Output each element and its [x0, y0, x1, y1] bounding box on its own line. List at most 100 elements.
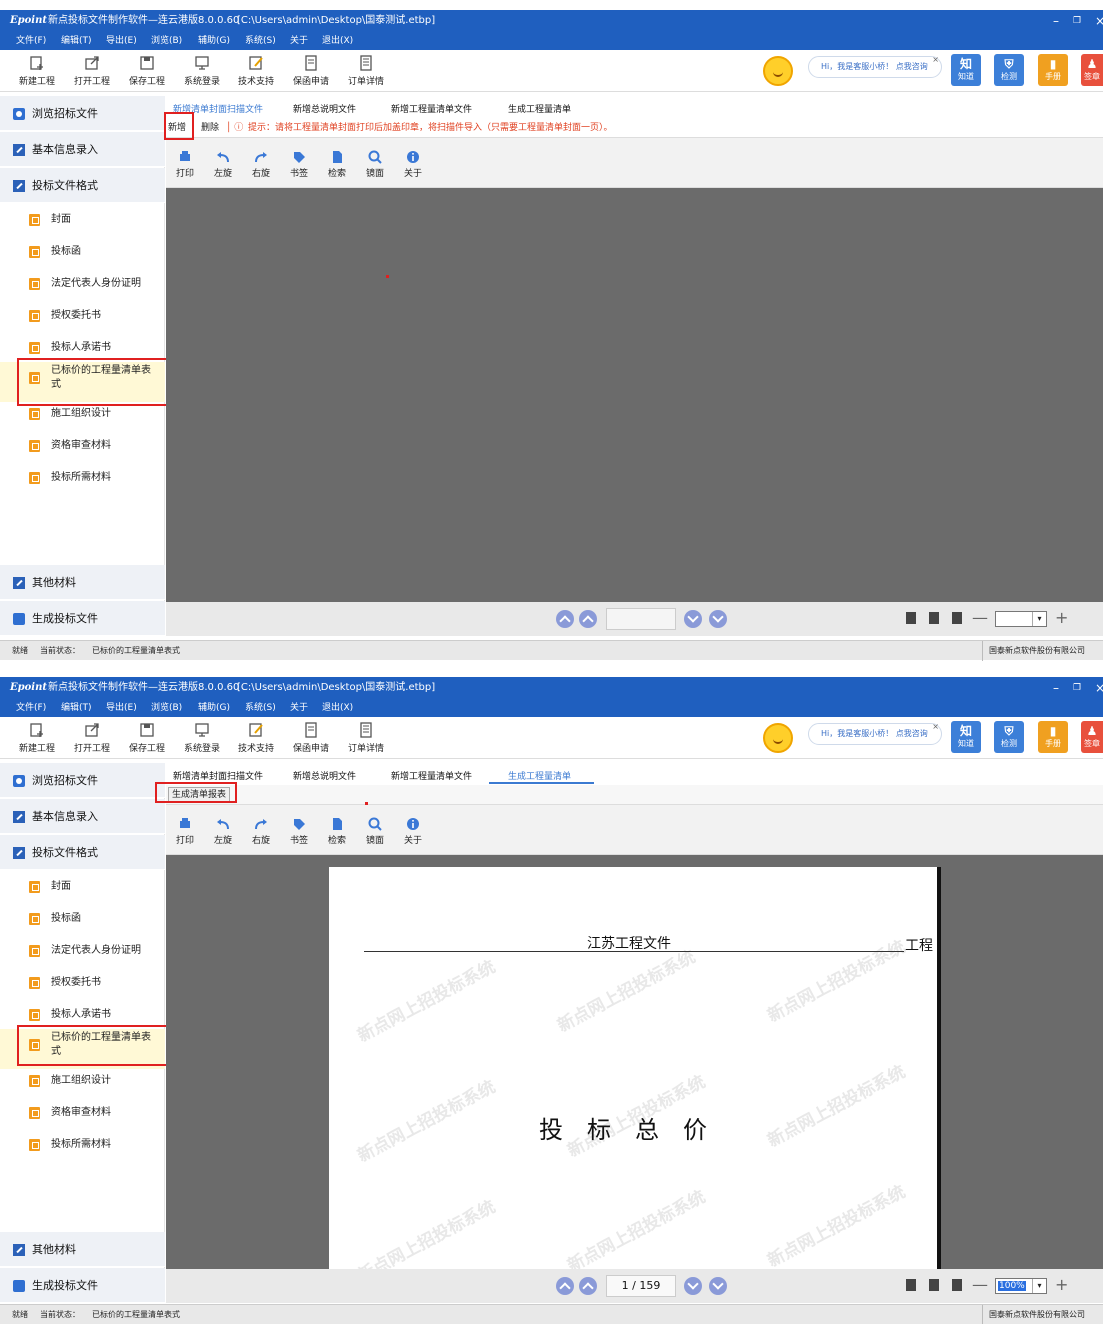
minimize-icon[interactable]: – — [1053, 10, 1059, 32]
zoom-select[interactable]: 100% ▾ — [995, 1278, 1047, 1294]
sidebar-item-legal-rep[interactable]: 法定代表人身份证明 — [0, 268, 165, 300]
chevron-down-icon[interactable]: ▾ — [1032, 612, 1046, 626]
about-button[interactable]: 关于 — [396, 817, 430, 846]
guarantee-apply-button[interactable]: 保函申请 — [286, 719, 336, 754]
single-page-icon[interactable] — [906, 1279, 916, 1291]
menu-export[interactable]: 导出(E) — [106, 699, 137, 717]
tab-generate-bill[interactable]: 生成工程量清单 — [508, 769, 571, 782]
sidebar-browse-tender[interactable]: 浏览招标文件 — [0, 96, 165, 131]
delete-button[interactable]: 删除 — [201, 118, 219, 138]
chevron-down-icon[interactable]: ▾ — [1032, 1279, 1046, 1293]
continuous-page-icon[interactable] — [952, 1279, 962, 1291]
last-page-icon[interactable] — [709, 1277, 727, 1295]
zoom-out-icon[interactable]: — — [972, 608, 988, 627]
menu-file[interactable]: 文件(F) — [16, 699, 46, 717]
sidebar-other-materials[interactable]: 其他材料 — [0, 565, 165, 600]
menu-assist[interactable]: 辅助(G) — [198, 699, 230, 717]
tech-support-button[interactable]: 技术支持 — [231, 719, 281, 754]
sign-button[interactable]: ♟ 签章 — [1081, 54, 1103, 86]
save-project-button[interactable]: 保存工程 — [122, 719, 172, 754]
sidebar-item-construction-design[interactable]: 施工组织设计 — [0, 1065, 165, 1097]
tab-general-notes[interactable]: 新增总说明文件 — [293, 102, 356, 115]
menu-system[interactable]: 系统(S) — [245, 699, 276, 717]
rotate-left-button[interactable]: 左旋 — [206, 817, 240, 846]
double-page-icon[interactable] — [929, 612, 939, 624]
first-page-icon[interactable] — [556, 610, 574, 628]
next-page-icon[interactable] — [684, 1277, 702, 1295]
sign-button[interactable]: ♟ 签章 — [1081, 721, 1103, 753]
sidebar-bid-format[interactable]: 投标文件格式 — [0, 168, 165, 203]
consult-link[interactable]: 点我咨询 — [896, 62, 928, 71]
sidebar-generate-bid[interactable]: 生成投标文件 — [0, 1268, 165, 1303]
sidebar-generate-bid[interactable]: 生成投标文件 — [0, 601, 165, 636]
know-button[interactable]: 知知道 — [951, 54, 981, 86]
sidebar-item-authorization[interactable]: 授权委托书 — [0, 967, 165, 999]
sidebar-browse-tender[interactable]: 浏览招标文件 — [0, 763, 165, 798]
print-button[interactable]: 打印 — [168, 817, 202, 846]
tab-bill-files[interactable]: 新增工程量清单文件 — [391, 102, 472, 115]
document-viewer[interactable]: 新点网上招投标系统 新点网上招投标系统 新点网上招投标系统 新点网上招投标系统 … — [166, 855, 1103, 1269]
sidebar-item-bid-letter[interactable]: 投标函 — [0, 236, 165, 268]
system-login-button[interactable]: 系统登录 — [177, 52, 227, 87]
sidebar-bid-format[interactable]: 投标文件格式 — [0, 835, 165, 870]
restore-icon[interactable]: ❐ — [1073, 10, 1081, 32]
menu-about[interactable]: 关于 — [290, 699, 308, 717]
tab-general-notes[interactable]: 新增总说明文件 — [293, 769, 356, 782]
menu-exit[interactable]: 退出(X) — [322, 699, 353, 717]
sidebar-basic-info[interactable]: 基本信息录入 — [0, 799, 165, 834]
mirror-button[interactable]: 镜面 — [358, 150, 392, 179]
check-button[interactable]: ⛨ 检测 — [994, 721, 1024, 753]
system-login-button[interactable]: 系统登录 — [177, 719, 227, 754]
next-page-icon[interactable] — [684, 610, 702, 628]
tab-bill-files[interactable]: 新增工程量清单文件 — [391, 769, 472, 782]
consult-link[interactable]: 点我咨询 — [896, 729, 928, 738]
assistant-avatar-icon[interactable] — [763, 56, 793, 86]
check-button[interactable]: ⛨ 检测 — [994, 54, 1024, 86]
sidebar-other-materials[interactable]: 其他材料 — [0, 1232, 165, 1267]
bookmark-button[interactable]: 书签 — [282, 150, 316, 179]
sidebar-item-cover[interactable]: 封面 — [0, 204, 165, 236]
menu-file[interactable]: 文件(F) — [16, 32, 46, 50]
sidebar-basic-info[interactable]: 基本信息录入 — [0, 132, 165, 167]
close-icon[interactable]: × — [1095, 677, 1103, 699]
save-project-button[interactable]: 保存工程 — [122, 52, 172, 87]
tab-cover-scan[interactable]: 新增清单封面扫描文件 — [173, 769, 263, 782]
tech-support-button[interactable]: 技术支持 — [231, 52, 281, 87]
minimize-icon[interactable]: – — [1053, 677, 1059, 699]
rotate-left-button[interactable]: 左旋 — [206, 150, 240, 179]
menu-browse[interactable]: 浏览(B) — [151, 32, 182, 50]
sidebar-item-required-materials[interactable]: 投标所需材料 — [0, 462, 165, 494]
know-button[interactable]: 知知道 — [951, 721, 981, 753]
assistant-bubble[interactable]: Hi，我是客服小桥！ 点我咨询 × — [808, 55, 942, 78]
menu-edit[interactable]: 编辑(T) — [61, 32, 92, 50]
menu-export[interactable]: 导出(E) — [106, 32, 137, 50]
open-project-button[interactable]: 打开工程 — [67, 52, 117, 87]
zoom-out-icon[interactable]: — — [972, 1275, 988, 1294]
prev-page-icon[interactable] — [579, 1277, 597, 1295]
new-project-button[interactable]: 新建工程 — [12, 719, 62, 754]
bookmark-button[interactable]: 书签 — [282, 817, 316, 846]
double-page-icon[interactable] — [929, 1279, 939, 1291]
order-details-button[interactable]: 订单详情 — [341, 719, 391, 754]
mirror-button[interactable]: 镜面 — [358, 817, 392, 846]
menu-system[interactable]: 系统(S) — [245, 32, 276, 50]
restore-icon[interactable]: ❐ — [1073, 677, 1081, 699]
assistant-avatar-icon[interactable] — [763, 723, 793, 753]
document-viewer[interactable] — [166, 188, 1103, 602]
sidebar-item-cover[interactable]: 封面 — [0, 871, 165, 903]
about-button[interactable]: 关于 — [396, 150, 430, 179]
continuous-page-icon[interactable] — [952, 612, 962, 624]
sidebar-item-qualification[interactable]: 资格审查材料 — [0, 430, 165, 462]
close-icon[interactable]: × — [1095, 10, 1103, 32]
manual-button[interactable]: ▮ 手册 — [1038, 721, 1068, 753]
assistant-bubble[interactable]: Hi，我是客服小桥！ 点我咨询 × — [808, 722, 942, 745]
sidebar-item-bid-letter[interactable]: 投标函 — [0, 903, 165, 935]
zoom-select[interactable]: ▾ — [995, 611, 1047, 627]
page-input[interactable] — [606, 608, 676, 630]
page-input[interactable]: 1 / 159 — [606, 1275, 676, 1297]
sidebar-item-required-materials[interactable]: 投标所需材料 — [0, 1129, 165, 1161]
zoom-in-icon[interactable]: + — [1055, 608, 1068, 627]
tab-generate-bill[interactable]: 生成工程量清单 — [508, 102, 571, 115]
menu-exit[interactable]: 退出(X) — [322, 32, 353, 50]
search-button[interactable]: 检索 — [320, 150, 354, 179]
